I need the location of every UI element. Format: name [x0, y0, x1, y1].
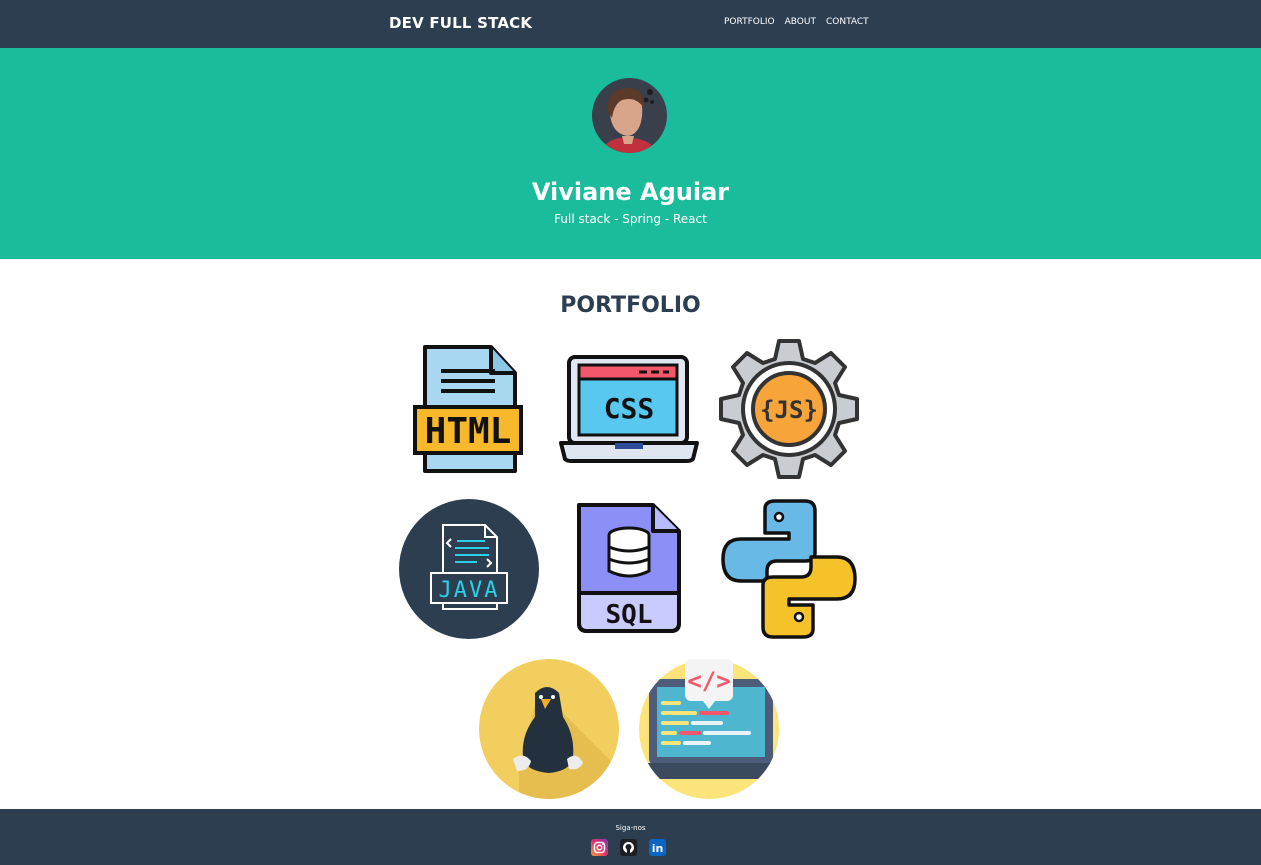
nav-menu: PORTFOLIO ABOUT CONTACT: [724, 17, 869, 27]
avatar: [592, 78, 667, 153]
brand-link[interactable]: DEV FULL STACK: [389, 14, 532, 32]
svg-text:{JS}: {JS}: [760, 396, 818, 424]
nav-portfolio-link[interactable]: PORTFOLIO: [724, 17, 775, 27]
svg-text:</>: </>: [687, 667, 730, 695]
footer: Siga-nos in: [0, 809, 1261, 865]
github-icon[interactable]: [620, 839, 637, 856]
linkedin-icon[interactable]: in: [649, 839, 666, 856]
python-logo-icon[interactable]: [719, 499, 859, 639]
nav-about-link[interactable]: ABOUT: [785, 17, 816, 27]
navbar: DEV FULL STACK PORTFOLIO ABOUT CONTACT: [0, 0, 1261, 48]
nav-contact-link[interactable]: CONTACT: [826, 17, 869, 27]
svg-text:HTML: HTML: [425, 411, 512, 452]
code-laptop-icon[interactable]: </>: [639, 659, 779, 799]
footer-label: Siga-nos: [615, 824, 646, 832]
html-file-icon[interactable]: HTML: [399, 339, 539, 479]
hero-name: Viviane Aguiar: [531, 178, 730, 206]
hero-section: Viviane Aguiar Full stack - Spring - Rea…: [0, 48, 1261, 259]
linux-penguin-icon[interactable]: [479, 659, 619, 799]
java-file-icon[interactable]: JAVA: [399, 499, 539, 639]
svg-text:in: in: [652, 842, 664, 855]
instagram-icon[interactable]: [591, 839, 608, 856]
portfolio-title: PORTFOLIO: [560, 293, 701, 318]
svg-text:CSS: CSS: [604, 392, 655, 425]
js-gear-icon[interactable]: {JS}: [719, 339, 859, 479]
css-laptop-icon[interactable]: CSS: [559, 339, 699, 479]
hero-subtitle: Full stack - Spring - React: [554, 212, 707, 226]
svg-text:JAVA: JAVA: [439, 578, 500, 603]
sql-file-icon[interactable]: SQL: [559, 499, 699, 639]
svg-text:SQL: SQL: [606, 600, 653, 630]
